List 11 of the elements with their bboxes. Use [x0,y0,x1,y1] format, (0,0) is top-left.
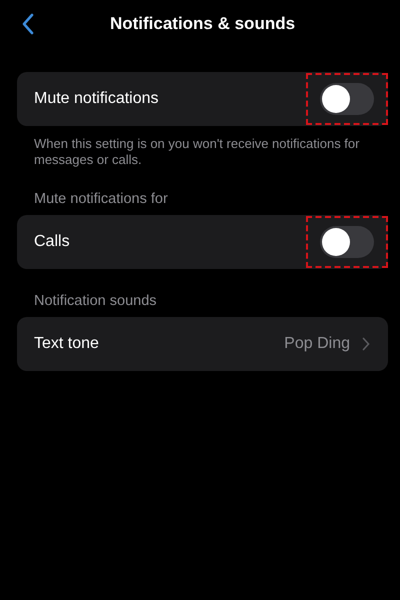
back-chevron-icon [21,13,35,35]
setting-label: Mute notifications [34,90,160,108]
section-header: Notification sounds [33,293,158,312]
settings-row[interactable]: Text tone Pop Ding [17,317,388,372]
setting-label: Calls [34,233,71,252]
section-header: Mute notifications for [33,191,169,210]
section-footnote: When this setting is on you won't receive notifications for messages or calls. [33,135,360,168]
toggle-switch[interactable] [320,226,374,258]
toggle-switch[interactable] [320,83,374,115]
chevron-right-icon [362,337,370,352]
screen-title: Notifications & sounds [110,14,296,34]
